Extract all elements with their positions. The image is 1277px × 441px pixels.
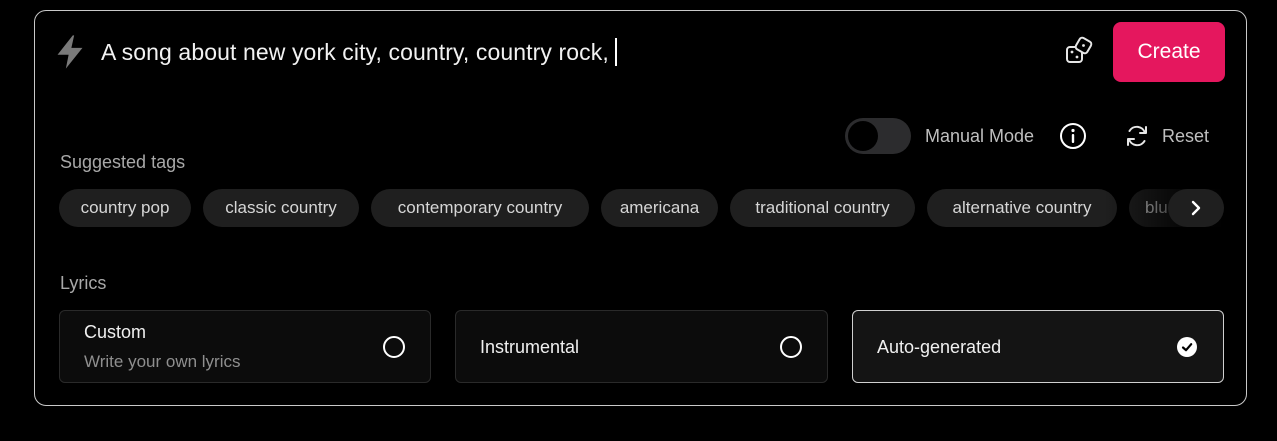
create-button[interactable]: Create — [1113, 22, 1225, 82]
info-icon[interactable] — [1059, 122, 1087, 150]
lyrics-option-instrumental[interactable]: Instrumental — [455, 310, 828, 383]
tag-chip[interactable]: contemporary country — [371, 189, 589, 227]
prompt-text: A song about new york city, country, cou… — [101, 39, 609, 65]
option-title: Custom — [84, 322, 147, 342]
lyrics-option-custom[interactable]: Custom Write your own lyrics — [59, 310, 431, 383]
chevron-right-icon — [1191, 200, 1201, 216]
lyrics-option-auto-generated[interactable]: Auto-generated — [852, 310, 1224, 383]
reset-label: Reset — [1162, 125, 1210, 146]
text-caret — [614, 38, 617, 66]
tag-chip[interactable]: traditional country — [730, 189, 915, 227]
radio-button[interactable] — [780, 336, 802, 358]
refresh-icon — [1127, 125, 1147, 147]
tag-chip[interactable]: classic country — [203, 189, 359, 227]
radio-checked[interactable] — [1177, 337, 1197, 357]
lightning-bolt-icon — [57, 35, 83, 69]
radio-button[interactable] — [383, 336, 405, 358]
dice-icon[interactable] — [1063, 36, 1095, 68]
prompt-input[interactable]: A song about new york city, country, cou… — [101, 38, 617, 66]
manual-mode-label: Manual Mode — [925, 126, 1035, 146]
suggested-tags-label: Suggested tags — [60, 152, 186, 172]
toggle-knob — [848, 121, 878, 151]
lyrics-label: Lyrics — [60, 273, 107, 293]
suggested-tags-row: country pop classic country contemporary… — [59, 189, 1225, 229]
tag-chip[interactable]: americana — [601, 189, 718, 227]
option-subtitle: Write your own lyrics — [84, 352, 241, 371]
tags-next-button[interactable] — [1168, 189, 1224, 227]
manual-mode-toggle[interactable] — [845, 118, 911, 154]
checkmark-icon — [1181, 343, 1193, 352]
tag-chip[interactable]: country pop — [59, 189, 191, 227]
option-title: Instrumental — [480, 337, 580, 357]
tag-chip[interactable]: alternative country — [927, 189, 1117, 227]
option-title: Auto-generated — [877, 337, 1002, 357]
reset-button[interactable]: Reset — [1124, 122, 1209, 150]
